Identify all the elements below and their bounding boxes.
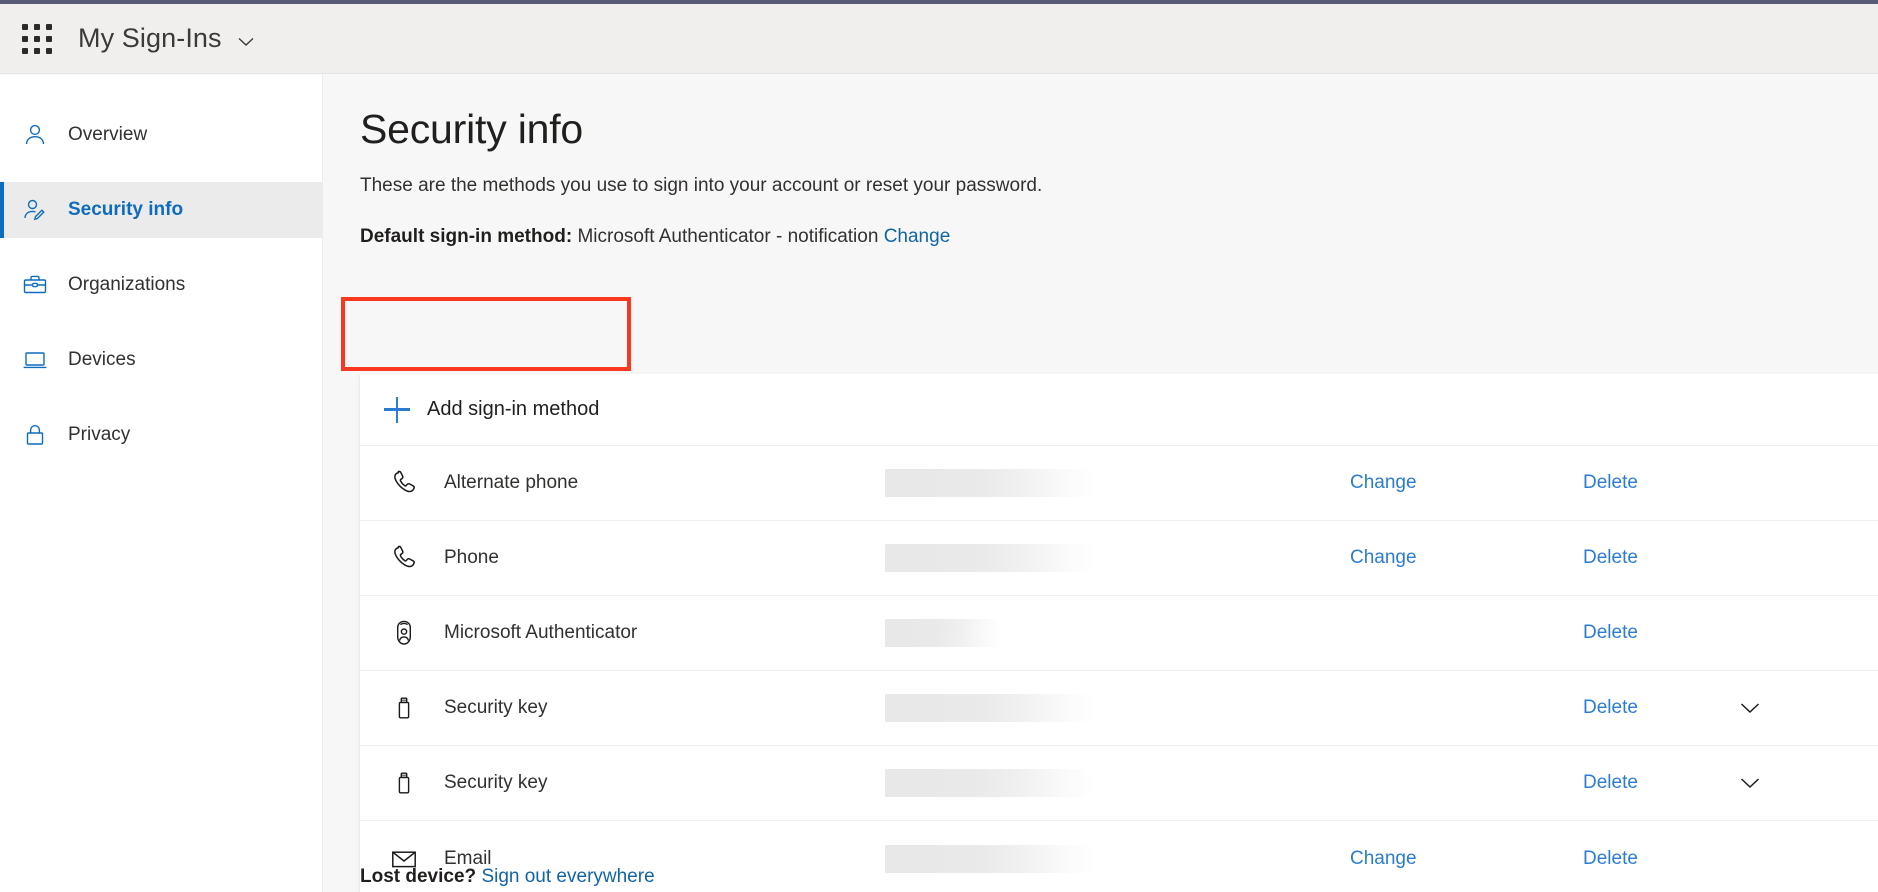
plus-icon [384, 396, 410, 423]
security-methods-list: Alternate phone Change Delete Phone Change De… [360, 446, 1878, 892]
delete-method-link[interactable]: Delete [1583, 622, 1638, 644]
sidebar-item-devices[interactable]: Devices [0, 332, 322, 388]
default-method-label: Default sign-in method: [360, 226, 573, 247]
security-method-value-redacted [885, 469, 1095, 497]
sidebar-item-label: Overview [68, 124, 148, 145]
lock-icon [18, 418, 52, 452]
page-description: These are the methods you use to sign in… [360, 175, 1043, 196]
sidebar-item-privacy[interactable]: Privacy [0, 407, 322, 463]
security-method-value-redacted [885, 544, 1095, 572]
security-method-name: Security key [444, 697, 548, 718]
security-method-name: Phone [444, 547, 499, 568]
security-method-value-redacted [885, 619, 1003, 647]
security-method-row: Phone Change Delete [360, 521, 1878, 596]
sidebar-item-overview[interactable]: Overview [0, 107, 322, 163]
briefcase-icon [18, 268, 52, 302]
change-default-method-link[interactable]: Change [884, 226, 951, 247]
add-sign-in-method-button[interactable]: Add sign-in method [360, 374, 1878, 446]
sidebar-item-label: Security info [68, 199, 184, 220]
page-title: Security info [360, 106, 584, 152]
chevron-down-icon[interactable] [1735, 693, 1765, 723]
security-method-row: Microsoft Authenticator Delete [360, 596, 1878, 671]
default-signin-method: Default sign-in method: Microsoft Authen… [360, 226, 1878, 248]
sidebar-item-security-info[interactable]: Security info [0, 182, 322, 238]
app-title: My Sign-Ins [78, 23, 222, 53]
waffle-grid-icon[interactable] [14, 16, 60, 62]
delete-method-link[interactable]: Delete [1583, 772, 1638, 794]
sidebar-item-organizations[interactable]: Organizations [0, 257, 322, 313]
security-method-row: Security key Delete [360, 671, 1878, 746]
chevron-down-icon[interactable] [1735, 768, 1765, 798]
person-icon [18, 118, 52, 152]
app-header: My Sign-Ins [0, 4, 1878, 74]
sign-out-everywhere-link[interactable]: Sign out everywhere [481, 866, 654, 887]
security-method-row: Security key Delete [360, 746, 1878, 821]
change-method-link[interactable]: Change [1350, 472, 1417, 494]
laptop-icon [18, 343, 52, 377]
security-method-name: Microsoft Authenticator [444, 622, 638, 643]
sidebar-nav: Overview Security info Organizations Dev… [0, 75, 323, 892]
delete-method-link[interactable]: Delete [1583, 472, 1638, 494]
security-method-value-redacted [885, 694, 1095, 722]
lost-device-footer: Lost device? Sign out everywhere [360, 866, 655, 888]
default-method-value: Microsoft Authenticator - notification [577, 226, 879, 247]
sidebar-item-label: Devices [68, 349, 136, 370]
phone-icon [384, 468, 424, 498]
usb-key-icon [384, 768, 424, 798]
person-edit-icon [18, 193, 52, 227]
change-method-link[interactable]: Change [1350, 848, 1417, 870]
chevron-down-icon[interactable] [236, 32, 256, 52]
app-root: My Sign-Ins Overview Security info Organ… [0, 0, 1878, 892]
delete-method-link[interactable]: Delete [1583, 848, 1638, 870]
delete-method-link[interactable]: Delete [1583, 547, 1638, 569]
security-method-row: Alternate phone Change Delete [360, 446, 1878, 521]
delete-method-link[interactable]: Delete [1583, 697, 1638, 719]
authenticator-icon [384, 618, 424, 648]
security-method-value-redacted [885, 844, 1095, 873]
security-methods-card: Add sign-in method Alternate phone Change… [360, 374, 1878, 892]
security-method-name: Alternate phone [444, 472, 579, 493]
sidebar-item-label: Privacy [68, 424, 131, 445]
security-method-value-redacted [885, 769, 1095, 797]
change-method-link[interactable]: Change [1350, 547, 1417, 569]
add-sign-in-method-label: Add sign-in method [427, 398, 600, 420]
usb-key-icon [384, 693, 424, 723]
lost-device-label: Lost device? [360, 866, 477, 887]
sidebar-item-label: Organizations [68, 274, 186, 295]
main-content: Security info These are the methods you … [324, 75, 1878, 892]
security-method-name: Security key [444, 772, 548, 793]
phone-icon [384, 543, 424, 573]
